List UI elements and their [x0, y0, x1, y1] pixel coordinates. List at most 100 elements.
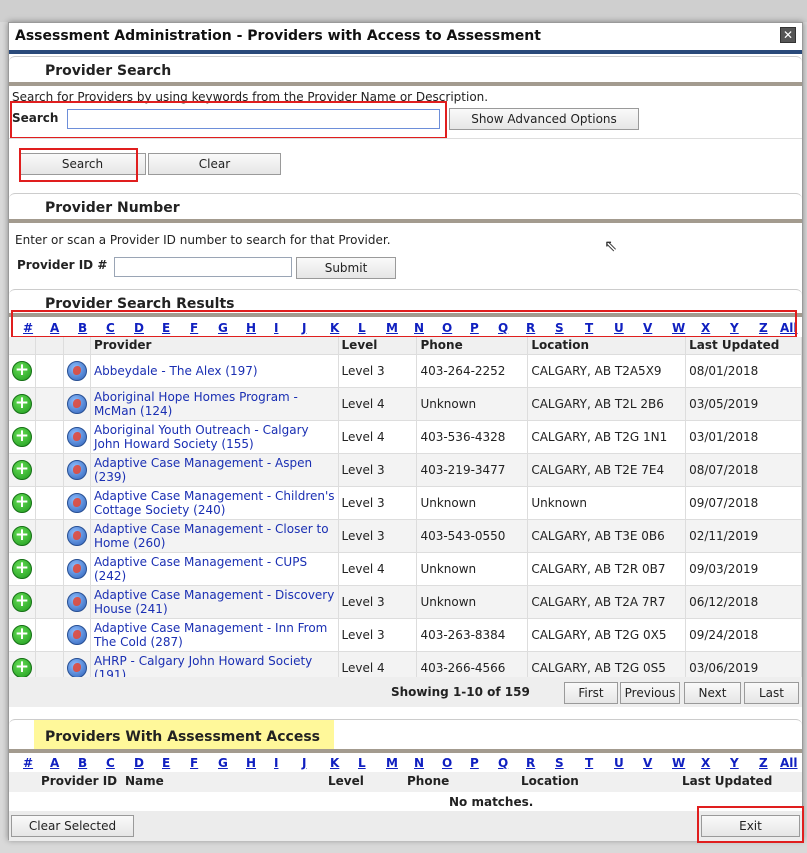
clear-selected-button[interactable]: Clear Selected — [11, 815, 134, 837]
access-filter-letter-g[interactable]: G — [218, 756, 228, 770]
globe-icon[interactable] — [66, 657, 87, 678]
access-filter-letter-d[interactable]: D — [134, 756, 144, 770]
provider-link[interactable]: Adaptive Case Management - Inn From The … — [94, 621, 327, 649]
results-filter-letter-r[interactable]: R — [526, 321, 535, 335]
access-filter-letter-u[interactable]: U — [614, 756, 624, 770]
results-filter-letter-h[interactable]: H — [246, 321, 256, 335]
globe-icon[interactable] — [66, 525, 87, 546]
results-filter-letter-w[interactable]: W — [672, 321, 685, 335]
access-filter-letter-y[interactable]: Y — [730, 756, 739, 770]
access-column-provider-id[interactable]: Provider ID — [41, 774, 117, 788]
access-column-last-updated[interactable]: Last Updated — [682, 774, 772, 788]
clear-button[interactable]: Clear — [148, 153, 281, 175]
provider-link[interactable]: Adaptive Case Management - Discovery Hou… — [94, 588, 334, 616]
access-filter-letter-w[interactable]: W — [672, 756, 685, 770]
access-filter-letter-k[interactable]: K — [330, 756, 339, 770]
results-filter-letter-n[interactable]: N — [414, 321, 424, 335]
results-filter-letter-m[interactable]: M — [386, 321, 398, 335]
next-page-button[interactable]: Next — [684, 682, 741, 704]
access-filter-letter-a[interactable]: A — [50, 756, 59, 770]
access-filter-letter-b[interactable]: B — [78, 756, 87, 770]
access-filter-letter-q[interactable]: Q — [498, 756, 508, 770]
access-filter-letter-n[interactable]: N — [414, 756, 424, 770]
results-filter-letter-u[interactable]: U — [614, 321, 624, 335]
exit-button[interactable]: Exit — [701, 815, 800, 837]
provider-link[interactable]: Aboriginal Hope Homes Program - McMan (1… — [94, 390, 298, 418]
provider-link[interactable]: Adaptive Case Management - Closer to Hom… — [94, 522, 329, 550]
add-provider-icon[interactable]: + — [12, 525, 32, 546]
globe-icon[interactable] — [66, 624, 87, 645]
results-filter-letter-a[interactable]: A — [50, 321, 59, 335]
access-filter-letter-x[interactable]: X — [701, 756, 710, 770]
access-filter-letter-v[interactable]: V — [643, 756, 652, 770]
access-filter-letter-p[interactable]: P — [470, 756, 479, 770]
access-filter-letter-f[interactable]: F — [190, 756, 198, 770]
last-page-button[interactable]: Last — [744, 682, 799, 704]
results-filter-letter-g[interactable]: G — [218, 321, 228, 335]
access-filter-letter-z[interactable]: Z — [759, 756, 768, 770]
access-filter-letter-j[interactable]: J — [302, 756, 306, 770]
access-filter-letter-r[interactable]: R — [526, 756, 535, 770]
access-filter-letter-c[interactable]: C — [106, 756, 115, 770]
column-header-location[interactable]: Location — [527, 337, 687, 354]
access-filter-letter-s[interactable]: S — [555, 756, 564, 770]
globe-icon[interactable] — [66, 492, 87, 513]
results-filter-letter-l[interactable]: L — [358, 321, 366, 335]
provider-link[interactable]: Abbeydale - The Alex (197) — [94, 364, 258, 378]
results-filter-letter-d[interactable]: D — [134, 321, 144, 335]
results-filter-letter-j[interactable]: J — [302, 321, 306, 335]
close-icon[interactable]: ✕ — [780, 27, 796, 43]
results-filter-letter-all[interactable]: All — [780, 321, 798, 335]
globe-icon[interactable] — [66, 393, 87, 414]
access-filter-letter-i[interactable]: I — [274, 756, 278, 770]
access-filter-letter-h[interactable]: H — [246, 756, 256, 770]
results-filter-letter-b[interactable]: B — [78, 321, 87, 335]
column-header-phone[interactable]: Phone — [416, 337, 529, 354]
results-filter-letter-y[interactable]: Y — [730, 321, 739, 335]
results-filter-letter-t[interactable]: T — [585, 321, 593, 335]
results-filter-letter-c[interactable]: C — [106, 321, 115, 335]
access-column-phone[interactable]: Phone — [407, 774, 449, 788]
results-filter-letter-i[interactable]: I — [274, 321, 278, 335]
results-filter-letter-hash[interactable]: # — [23, 321, 33, 335]
results-filter-letter-p[interactable]: P — [470, 321, 479, 335]
submit-button[interactable]: Submit — [296, 257, 396, 279]
results-filter-letter-k[interactable]: K — [330, 321, 339, 335]
access-column-level[interactable]: Level — [328, 774, 364, 788]
results-filter-letter-s[interactable]: S — [555, 321, 564, 335]
access-filter-letter-o[interactable]: O — [442, 756, 452, 770]
results-filter-letter-q[interactable]: Q — [498, 321, 508, 335]
show-advanced-options-button[interactable]: Show Advanced Options — [449, 108, 639, 130]
search-input[interactable] — [67, 109, 440, 129]
access-filter-letter-e[interactable]: E — [162, 756, 170, 770]
globe-icon[interactable] — [66, 459, 87, 480]
access-filter-letter-m[interactable]: M — [386, 756, 398, 770]
add-provider-icon[interactable]: + — [12, 360, 32, 381]
column-header-level[interactable]: Level — [338, 337, 418, 354]
add-provider-icon[interactable]: + — [12, 624, 32, 645]
provider-link[interactable]: Adaptive Case Management - Children's Co… — [94, 489, 335, 517]
access-filter-letter-t[interactable]: T — [585, 756, 593, 770]
results-filter-letter-v[interactable]: V — [643, 321, 652, 335]
add-provider-icon[interactable]: + — [12, 657, 32, 678]
globe-icon[interactable] — [66, 591, 87, 612]
results-filter-letter-e[interactable]: E — [162, 321, 170, 335]
column-header-last-updated[interactable]: Last Updated — [685, 337, 802, 354]
access-column-name[interactable]: Name — [125, 774, 164, 788]
results-filter-letter-o[interactable]: O — [442, 321, 452, 335]
access-filter-letter-all[interactable]: All — [780, 756, 798, 770]
column-header-provider[interactable]: Provider — [90, 337, 339, 354]
results-filter-letter-f[interactable]: F — [190, 321, 198, 335]
access-filter-letter-l[interactable]: L — [358, 756, 366, 770]
provider-id-input[interactable] — [114, 257, 292, 277]
add-provider-icon[interactable]: + — [12, 459, 32, 480]
add-provider-icon[interactable]: + — [12, 426, 32, 447]
add-provider-icon[interactable]: + — [12, 492, 32, 513]
previous-page-button[interactable]: Previous — [620, 682, 680, 704]
access-column-location[interactable]: Location — [521, 774, 579, 788]
results-filter-letter-z[interactable]: Z — [759, 321, 768, 335]
access-filter-letter-hash[interactable]: # — [23, 756, 33, 770]
add-provider-icon[interactable]: + — [12, 393, 32, 414]
provider-link[interactable]: Adaptive Case Management - Aspen (239) — [94, 456, 312, 484]
provider-link[interactable]: Aboriginal Youth Outreach - Calgary John… — [94, 423, 309, 451]
